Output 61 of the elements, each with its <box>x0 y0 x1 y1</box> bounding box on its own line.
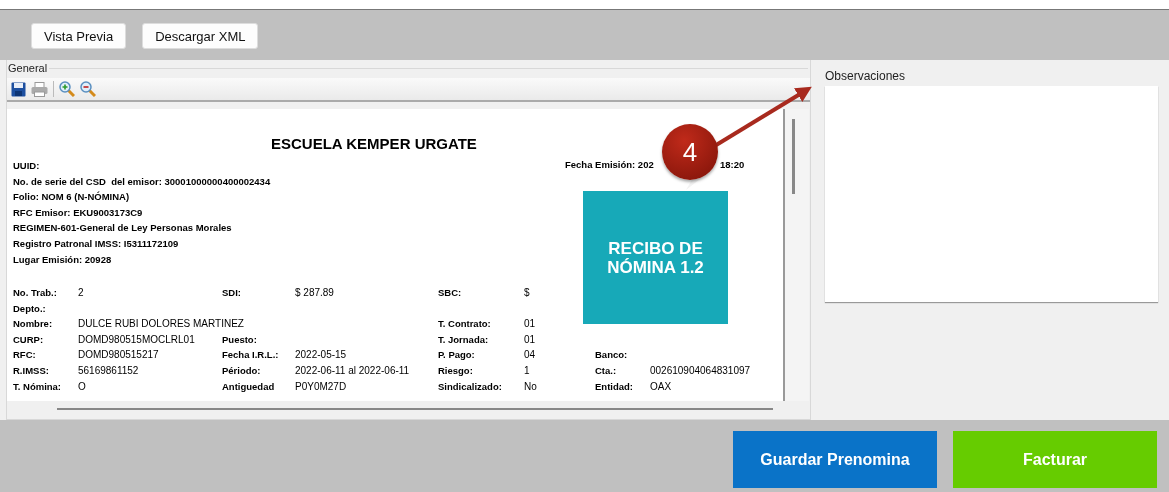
field-value: O <box>78 380 86 392</box>
field-label: Depto.: <box>13 302 46 314</box>
field-value: 002610904064831097 <box>650 364 751 376</box>
toolbar-button[interactable]: Descargar XML <box>142 23 259 49</box>
observations-field[interactable] <box>825 86 1158 302</box>
field-label: T. Jornada: <box>438 333 489 345</box>
field-label: Antiguedad <box>222 380 275 392</box>
field-value: 01 <box>524 318 536 330</box>
field-value: $ <box>524 286 530 298</box>
header-line: REGIMEN-601-General de Ley Personas Morales <box>13 221 232 236</box>
field-label: Nombre: <box>13 318 53 330</box>
field-value: 2022-06-11 al 2022-06-11 <box>295 364 410 376</box>
field-value: P0Y0M27D <box>295 380 347 392</box>
field-label: Sindicalizado: <box>438 380 502 392</box>
field-label: No. Trab.: <box>13 286 57 298</box>
field-label: Fecha I.R.L.: <box>222 349 279 361</box>
group-title: General <box>8 62 48 74</box>
vertical-scrollbar[interactable] <box>785 109 809 401</box>
header-line: UUID: <box>13 159 40 173</box>
save-icon[interactable] <box>11 81 26 97</box>
field-value: No <box>524 380 537 392</box>
zoom-in-icon[interactable] <box>59 81 75 97</box>
field-label: SBC: <box>438 286 462 298</box>
field-value: 1 <box>524 364 530 376</box>
print-icon[interactable] <box>31 81 48 97</box>
field-label: RFC: <box>13 349 36 361</box>
header-line: RFC Emisor: EKU9003173C9 <box>13 205 143 220</box>
action-button[interactable]: Guardar Prenomina <box>733 431 937 488</box>
header-line: Registro Patronal IMSS: I5311172109 <box>13 236 179 251</box>
field-label: SDI: <box>222 286 241 298</box>
zoom-out-icon[interactable] <box>80 81 96 97</box>
field-label: T. Nómina: <box>13 380 62 392</box>
field-value: DOMD980515217 <box>78 349 159 361</box>
field-label: P. Pago: <box>438 349 475 361</box>
receipt-stamp: RECIBO DE NÓMINA 1.2 <box>583 191 728 324</box>
header-line: No. de serie del CSD del emisor: 30001000000400002434 <box>13 174 271 189</box>
field-label: Puesto: <box>222 333 257 345</box>
header-line: Lugar Emisión: 20928 <box>13 252 112 267</box>
field-value: 2022-05-15 <box>295 349 347 361</box>
field-label: Entidad: <box>595 380 633 392</box>
field-value: 56169861152 <box>78 364 139 376</box>
document-title: ESCUELA KEMPER URGATE <box>271 134 477 154</box>
field-label: Banco: <box>595 349 628 361</box>
field-label: Cta.: <box>595 364 617 376</box>
field-label: Périodo: <box>222 364 261 376</box>
observations-label: Observaciones <box>825 69 907 83</box>
field-value: OAX <box>650 380 672 392</box>
field-label: CURP: <box>13 333 44 345</box>
field-value: 04 <box>524 349 536 361</box>
header-line: Folio: NOM 6 (N-NÓMINA) <box>13 190 130 205</box>
issue-time: 18:20 <box>720 159 745 170</box>
field-label: Riesgo: <box>438 364 473 376</box>
field-value: DULCE RUBI DOLORES MARTINEZ <box>78 318 244 330</box>
field-value: DOMD980515MOCLRL01 <box>78 333 195 345</box>
field-value: $ 287.89 <box>295 286 334 298</box>
field-label: T. Contrato: <box>438 318 491 330</box>
field-value: 2 <box>78 286 84 298</box>
issue-date: Fecha Emisión: 202 <box>565 159 654 170</box>
field-value: 01 <box>524 333 536 345</box>
field-label: R.IMSS: <box>13 364 49 376</box>
toolbar-button[interactable]: Vista Previa <box>31 23 127 49</box>
